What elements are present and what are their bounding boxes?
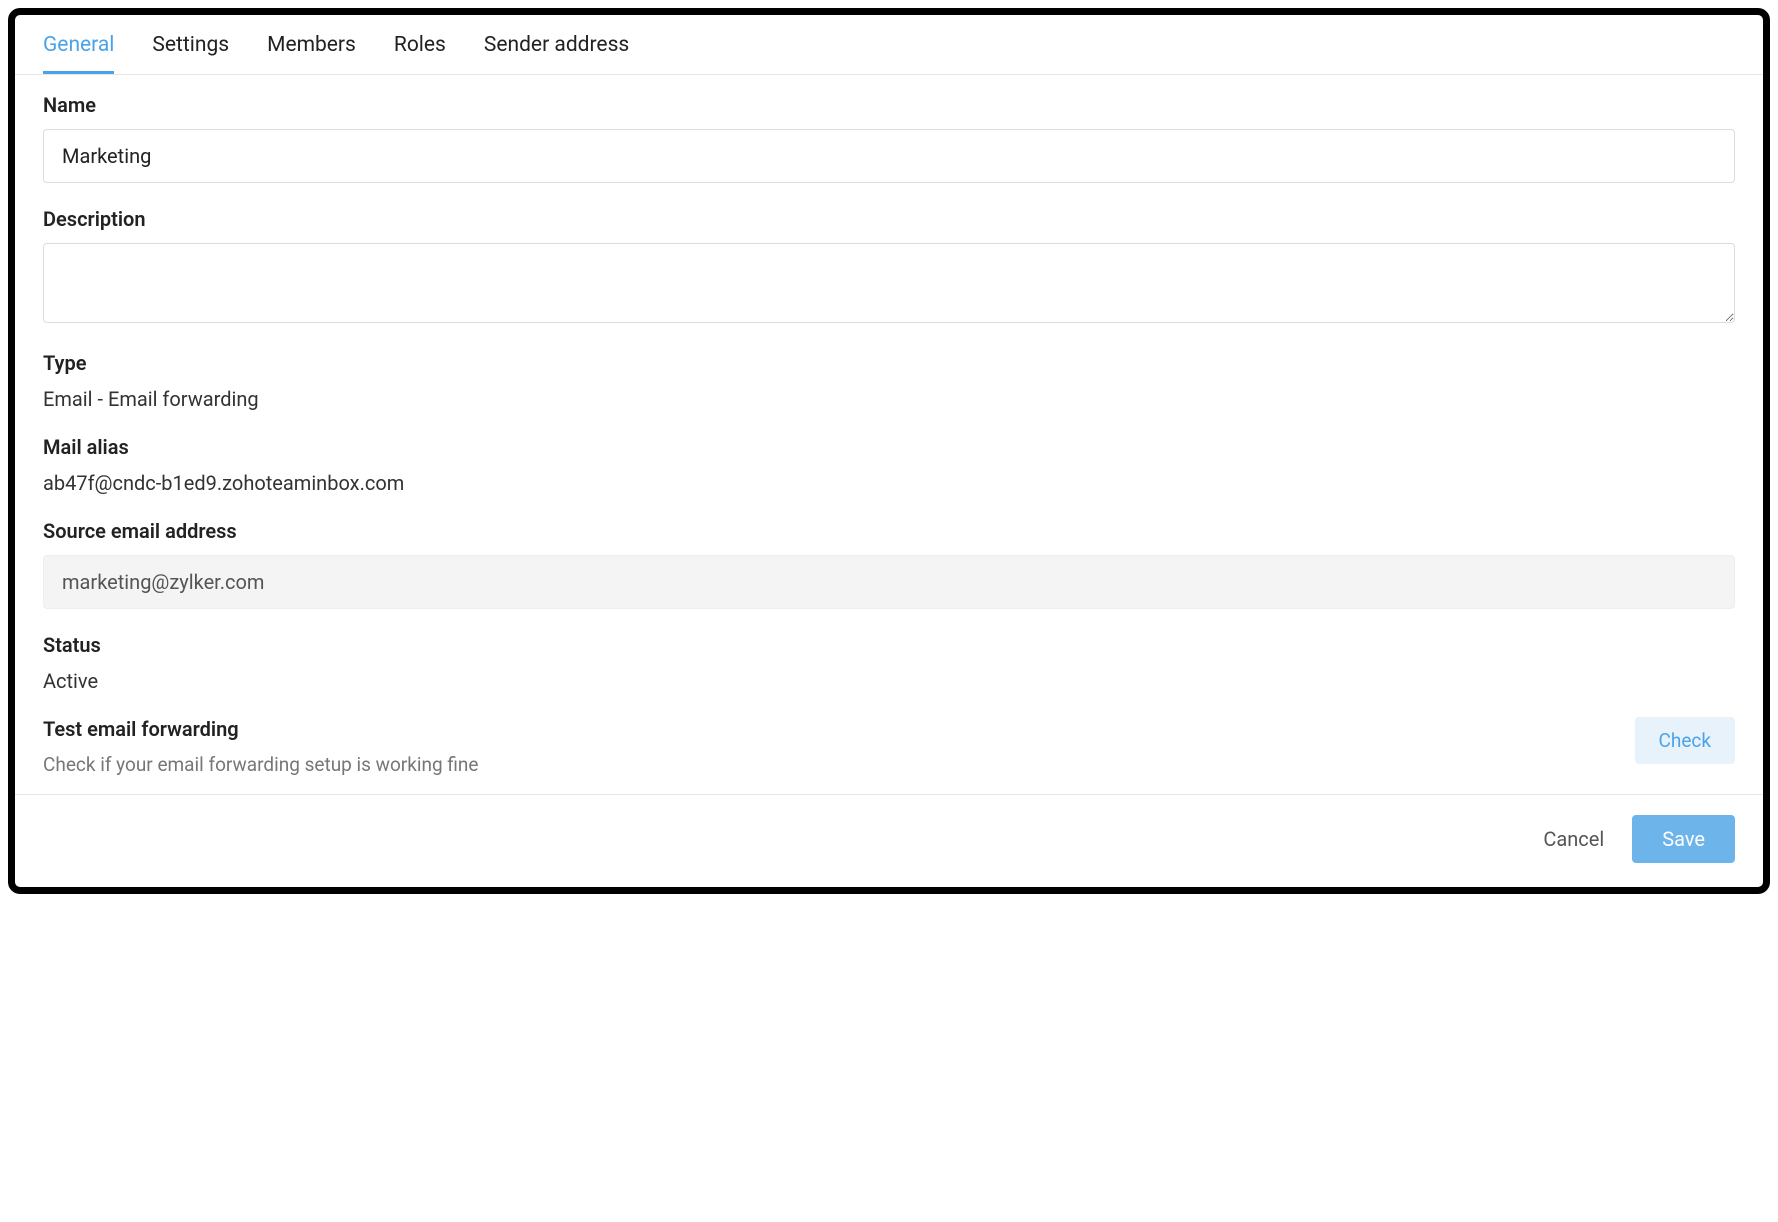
description-input[interactable]: [43, 243, 1735, 323]
footer-actions: Cancel Save: [15, 794, 1763, 887]
tab-settings[interactable]: Settings: [152, 33, 229, 74]
tab-general[interactable]: General: [43, 33, 114, 74]
cancel-button[interactable]: Cancel: [1543, 827, 1604, 851]
description-label: Description: [43, 207, 1735, 231]
tabs-bar: General Settings Members Roles Sender ad…: [15, 15, 1763, 75]
status-label: Status: [43, 633, 1735, 657]
source-email-label: Source email address: [43, 519, 1735, 543]
status-value: Active: [43, 669, 1735, 693]
mail-alias-label: Mail alias: [43, 435, 1735, 459]
tab-members[interactable]: Members: [267, 33, 356, 74]
type-label: Type: [43, 351, 1735, 375]
tab-roles[interactable]: Roles: [394, 33, 446, 74]
type-value: Email - Email forwarding: [43, 387, 1735, 411]
source-email-input: [43, 555, 1735, 609]
test-forwarding-label: Test email forwarding: [43, 717, 1635, 741]
check-button[interactable]: Check: [1635, 717, 1735, 764]
test-forwarding-hint: Check if your email forwarding setup is …: [43, 753, 1635, 776]
mail-alias-value: ab47f@cndc-b1ed9.zohoteaminbox.com: [43, 471, 1735, 495]
save-button[interactable]: Save: [1632, 815, 1735, 863]
name-input[interactable]: [43, 129, 1735, 183]
tab-sender-address[interactable]: Sender address: [484, 33, 629, 74]
name-label: Name: [43, 93, 1735, 117]
